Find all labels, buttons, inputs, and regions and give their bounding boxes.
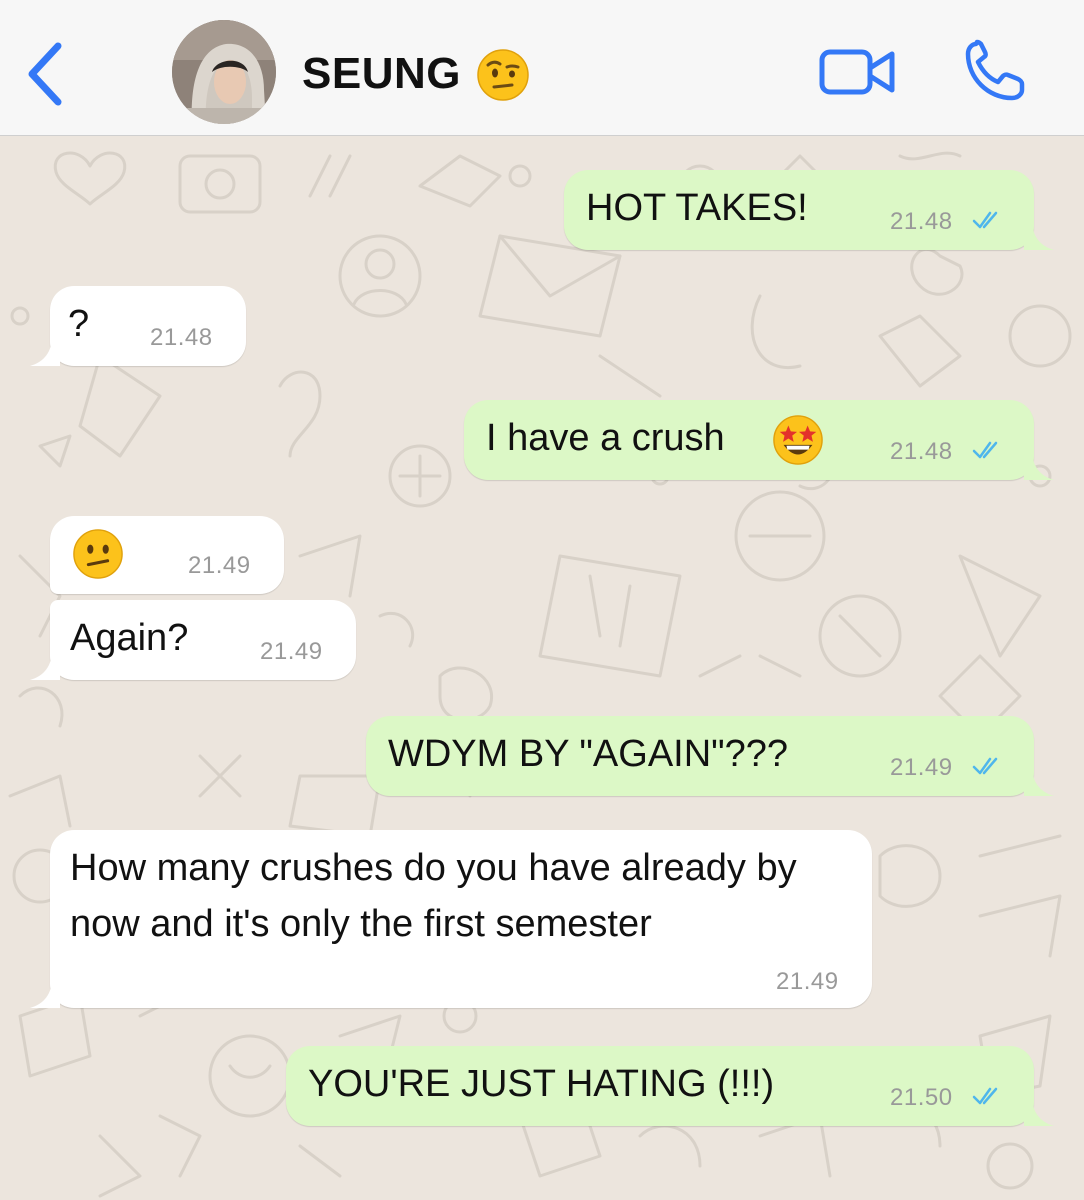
message-outgoing[interactable]: I have a crush 21.48 bbox=[464, 400, 1054, 480]
message-text: YOU'RE JUST HATING (!!!) bbox=[308, 1063, 775, 1105]
back-button[interactable] bbox=[22, 38, 72, 110]
message-outgoing[interactable]: WDYM BY "AGAIN"??? 21.49 bbox=[366, 716, 1054, 796]
confused-face-emoji-icon bbox=[73, 529, 123, 579]
message-text: Again? bbox=[70, 617, 189, 659]
avatar[interactable] bbox=[172, 20, 276, 124]
message-time: 21.49 bbox=[890, 754, 953, 781]
chat-header: SEUNG bbox=[0, 0, 1084, 136]
message-incoming[interactable]: Again? 21.49 bbox=[30, 600, 356, 680]
video-camera-icon bbox=[819, 49, 895, 95]
face-with-raised-eyebrow-icon bbox=[477, 49, 529, 101]
read-ticks-icon bbox=[972, 1087, 998, 1105]
phone-icon bbox=[965, 39, 1025, 101]
message-text: I have a crush bbox=[486, 417, 725, 459]
read-ticks-icon bbox=[972, 211, 998, 229]
voice-call-button[interactable] bbox=[962, 38, 1028, 104]
video-call-button[interactable] bbox=[818, 42, 898, 102]
message-incoming[interactable]: How many crushes do you have already by … bbox=[30, 830, 872, 1008]
chat-area[interactable]: HOT TAKES! 21.48 ? 21.48 I have a crush … bbox=[0, 136, 1084, 1200]
message-time: 21.48 bbox=[890, 438, 953, 465]
message-outgoing[interactable]: YOU'RE JUST HATING (!!!) 21.50 bbox=[286, 1046, 1054, 1126]
message-text: How many crushes do you have already by … bbox=[70, 847, 797, 945]
message-time: 21.48 bbox=[150, 324, 213, 351]
message-incoming[interactable]: ? 21.48 bbox=[30, 286, 246, 366]
star-struck-emoji-icon bbox=[773, 415, 823, 465]
message-time: 21.48 bbox=[890, 208, 953, 235]
message-time: 21.49 bbox=[260, 638, 323, 665]
message-time: 21.49 bbox=[776, 968, 839, 995]
chevron-left-icon bbox=[28, 42, 62, 106]
message-time: 21.49 bbox=[188, 552, 251, 579]
read-ticks-icon bbox=[972, 757, 998, 775]
message-incoming[interactable]: 21.49 bbox=[50, 516, 284, 594]
message-text: WDYM BY "AGAIN"??? bbox=[388, 733, 789, 775]
read-ticks-icon bbox=[972, 441, 998, 459]
message-outgoing[interactable]: HOT TAKES! 21.48 bbox=[564, 170, 1054, 250]
message-time: 21.50 bbox=[890, 1084, 953, 1111]
message-text: HOT TAKES! bbox=[586, 187, 808, 229]
message-text: ? bbox=[68, 303, 90, 345]
contact-name[interactable]: SEUNG bbox=[302, 48, 461, 100]
